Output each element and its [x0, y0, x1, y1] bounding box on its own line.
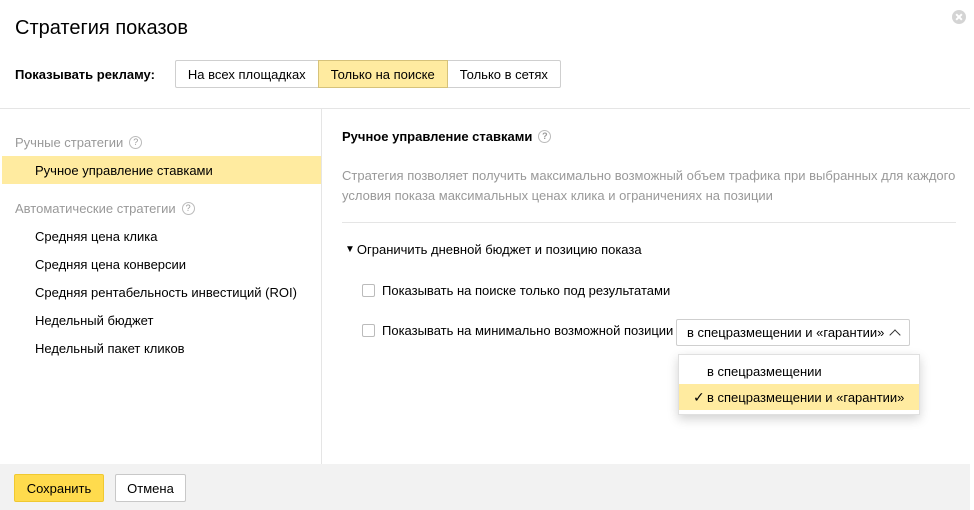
check-icon: ✓: [693, 388, 705, 405]
sidebar-item-weekly-clicks[interactable]: Недельный пакет кликов: [2, 334, 321, 362]
min-position-row: Показывать на минимально возможной позиц…: [362, 323, 673, 338]
help-icon[interactable]: ?: [181, 202, 195, 215]
sidebar-item-avg-cpc[interactable]: Средняя цена клика: [2, 222, 321, 250]
sidebar-item-manual-bids[interactable]: Ручное управление ставками: [2, 156, 321, 184]
show-ads-search-only-button[interactable]: Только на поиске: [317, 60, 448, 88]
position-option-special[interactable]: в спецразмещении: [679, 358, 919, 384]
show-ads-segmented-control: На всех площадках Только на поиске Тольк…: [174, 60, 561, 88]
strategy-title-text: Ручное управление ставками: [342, 129, 533, 144]
position-option-special-guarantee-label: в спецразмещении и «гарантии»: [707, 389, 905, 405]
dialog-footer: Сохранить Отмена: [0, 464, 970, 510]
sidebar-item-avg-roi[interactable]: Средняя рентабельность инвестиций (ROI): [2, 278, 321, 306]
limit-budget-toggle-label: Ограничить дневной бюджет и позицию пока…: [356, 242, 642, 257]
chevron-up-icon: [889, 328, 902, 341]
below-results-label[interactable]: Показывать на поиске только под результа…: [382, 283, 670, 298]
below-results-checkbox[interactable]: [362, 284, 375, 297]
position-select-value: в спецразмещении и «гарантии»: [687, 325, 885, 340]
strategy-description: Стратегия позволяет получить максимально…: [342, 168, 956, 203]
help-icon[interactable]: ?: [129, 136, 143, 149]
manual-strategies-group-title: Ручные стратегии ?: [15, 135, 143, 150]
show-ads-all-placements-button[interactable]: На всех площадках: [174, 60, 319, 88]
header-divider: [0, 108, 970, 109]
show-ads-label: Показывать рекламу:: [15, 66, 155, 82]
dialog-title: Стратегия показов: [15, 17, 189, 39]
limit-budget-toggle[interactable]: ▼ Ограничить дневной бюджет и позицию по…: [345, 242, 642, 257]
show-ads-row: Показывать рекламу: На всех площадках То…: [15, 60, 561, 88]
manual-strategies-label: Ручные стратегии: [15, 135, 124, 150]
position-select[interactable]: в спецразмещении и «гарантии»: [676, 319, 911, 346]
position-option-special-guarantee[interactable]: ✓ в спецразмещении и «гарантии»: [679, 384, 919, 410]
auto-strategies-group-title: Автоматические стратегии ?: [15, 201, 195, 216]
min-position-checkbox[interactable]: [362, 324, 375, 337]
show-ads-networks-only-button[interactable]: Только в сетях: [446, 60, 561, 88]
triangle-down-icon: ▼: [345, 244, 355, 255]
sidebar-item-avg-cpa[interactable]: Средняя цена конверсии: [2, 250, 321, 278]
below-results-row: Показывать на поиске только под результа…: [362, 283, 670, 298]
save-button[interactable]: Сохранить: [14, 474, 104, 502]
auto-strategies-label: Автоматические стратегии: [15, 201, 176, 216]
min-position-label[interactable]: Показывать на минимально возможной позиц…: [382, 323, 673, 338]
help-icon[interactable]: ?: [538, 130, 552, 143]
sidebar-item-weekly-budget[interactable]: Недельный бюджет: [2, 306, 321, 334]
close-icon[interactable]: [952, 10, 966, 24]
content-divider: [342, 222, 956, 223]
sidebar-divider: [321, 109, 322, 464]
position-dropdown: в спецразмещении ✓ в спецразмещении и «г…: [678, 354, 920, 415]
cancel-button[interactable]: Отмена: [115, 474, 186, 502]
strategy-title: Ручное управление ставками ?: [342, 129, 552, 144]
position-option-special-label: в спецразмещении: [707, 363, 822, 379]
